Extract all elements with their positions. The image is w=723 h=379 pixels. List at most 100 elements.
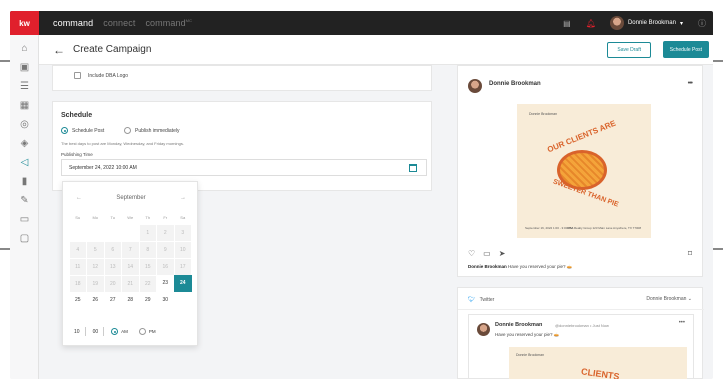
- calendar-day: 13: [104, 258, 121, 275]
- weekday-label: Su: [75, 215, 81, 220]
- weekday-label: Fr: [163, 215, 168, 220]
- post-actions: ♡ ▭ ➤: [468, 249, 505, 258]
- share-icon[interactable]: ➤: [499, 249, 506, 258]
- calendar-empty-cell: [104, 224, 122, 241]
- minute-input[interactable]: 00: [93, 329, 99, 335]
- bell-icon[interactable]: 🔔︎: [586, 18, 596, 28]
- calendar-day[interactable]: 29: [139, 292, 157, 309]
- more-options-icon[interactable]: •••: [688, 80, 693, 87]
- chevron-down-icon: ▾: [679, 20, 683, 27]
- insights-icon[interactable]: ▮: [19, 176, 30, 187]
- calendar-day: 2: [157, 224, 174, 241]
- top-bar: kw command connect commandMC ▤ 🔔︎ Donnie…: [10, 11, 713, 35]
- designs-icon[interactable]: ✎: [19, 195, 30, 206]
- heart-icon[interactable]: ♡: [468, 249, 475, 258]
- more-options-icon[interactable]: •••: [679, 320, 685, 326]
- twitter-bird-icon: 🐦︎: [468, 297, 476, 303]
- app-command-mc-label: command: [145, 18, 186, 28]
- publish-immediately-radio[interactable]: [124, 127, 131, 134]
- tweet-image: Donnie Brookman CLIENTS: [509, 347, 687, 379]
- publish-immediately-label: Publish immediately: [135, 128, 180, 134]
- app-command-mc[interactable]: commandMC: [145, 18, 192, 28]
- calendar-icon[interactable]: [409, 164, 417, 172]
- avatar: [609, 16, 624, 30]
- user-name: Donnie Brookman: [627, 20, 676, 26]
- edge-marker: [713, 248, 723, 250]
- tweet-author: Donnie Brookman: [495, 322, 543, 328]
- calendar-day[interactable]: 26: [87, 292, 105, 309]
- tweet-text: Have you reserved your pie? 🥧: [495, 332, 560, 337]
- hour-stepper[interactable]: [84, 327, 88, 336]
- caption-text: Have you reserved your pie? 🥧: [508, 264, 573, 269]
- contacts-icon[interactable]: ▣: [19, 62, 30, 73]
- location-icon[interactable]: ◎: [19, 119, 30, 130]
- calendar-grid: Su Mo Tu We Th Fr Sa 1 2 3 4 5 6 7 8 9 10 11 12 13 14 15 16 17…: [69, 212, 193, 309]
- help-icon[interactable]: ⓘ: [697, 18, 707, 28]
- calendar-day: 14: [122, 258, 139, 275]
- calendar-week: 4 5 6 7 8 9 10: [69, 241, 193, 258]
- opportunities-icon[interactable]: ◈: [19, 138, 30, 149]
- image-logo: Donnie Brookman: [516, 353, 545, 357]
- twitter-account-select[interactable]: Donnie Brookman ⌄: [646, 296, 692, 302]
- next-month-arrow-icon[interactable]: →: [180, 195, 186, 201]
- calendar-icon[interactable]: ▦: [19, 100, 30, 111]
- calendar-day[interactable]: 27: [104, 292, 122, 309]
- edge-marker: [713, 60, 723, 62]
- calendar-day[interactable]: 25: [69, 292, 87, 309]
- image-logo: Donnie Brookman: [529, 112, 558, 116]
- calendar-week: 25 26 27 28 29 30: [69, 292, 193, 309]
- publishing-time-value: September 24, 2022 10:00 AM: [69, 165, 137, 171]
- dba-logo-checkbox[interactable]: [74, 72, 81, 79]
- tasks-icon[interactable]: ☰: [19, 81, 30, 92]
- am-option[interactable]: AM: [111, 328, 128, 335]
- app-switcher: command connect commandMC: [53, 18, 192, 28]
- divider: [458, 309, 704, 310]
- calendar-day: 19: [87, 275, 104, 292]
- app-connect[interactable]: connect: [103, 18, 135, 28]
- publishing-time-input[interactable]: September 24, 2022 10:00 AM: [61, 159, 427, 176]
- dba-logo-card: Include DBA Logo: [52, 65, 432, 91]
- calendar-day[interactable]: 28: [122, 292, 140, 309]
- post-caption: Donnie Brookman Have you reserved your p…: [468, 264, 572, 270]
- store-icon[interactable]: ▤: [562, 18, 572, 28]
- post-image: Donnie Brookman OUR CLIENTS ARE SWEETER …: [517, 104, 651, 238]
- marketing-icon[interactable]: ◁: [19, 157, 30, 168]
- apps-icon[interactable]: ▢: [19, 233, 30, 244]
- calendar-day[interactable]: 23: [157, 275, 175, 292]
- listings-icon[interactable]: ▭: [19, 214, 30, 225]
- chevron-down-icon: ⌄: [687, 296, 692, 302]
- calendar-weeks: 1 2 3 4 5 6 7 8 9 10 11 12 13 14 15 16 17 18 19 20 21 22 23 24 2…: [69, 224, 193, 309]
- hour-input[interactable]: 10: [74, 329, 80, 335]
- calendar-day: 4: [69, 241, 86, 258]
- calendar-day: 21: [122, 275, 139, 292]
- top-right-controls: ▤ 🔔︎ Donnie Brookman ▾ ⓘ: [562, 11, 707, 35]
- pm-option[interactable]: PM: [138, 328, 156, 335]
- comment-icon[interactable]: ▭: [483, 249, 491, 258]
- kw-logo[interactable]: kw: [10, 11, 39, 35]
- am-radio[interactable]: [111, 328, 119, 335]
- weekday-label: Tu: [110, 215, 116, 220]
- twitter-preview-card: 🐦︎ Twitter Donnie Brookman ⌄ Donnie Broo…: [457, 287, 704, 379]
- minute-stepper[interactable]: [103, 327, 106, 336]
- image-headline: CLIENTS: [580, 366, 621, 379]
- bookmark-icon[interactable]: ⌑: [688, 249, 692, 258]
- calendar-day[interactable]: 30: [157, 292, 175, 309]
- calendar-day: 17: [174, 258, 191, 275]
- page-title: Create Campaign: [73, 44, 152, 55]
- facebook-preview-card: Donnie Brookman ••• Donnie Brookman OUR …: [457, 65, 703, 277]
- publishing-time-label: Publishing Time: [61, 152, 93, 157]
- calendar-day[interactable]: 24: [174, 275, 192, 292]
- weekday-label: Mo: [92, 215, 99, 220]
- user-menu[interactable]: Donnie Brookman ▾: [609, 16, 683, 30]
- app-command[interactable]: command: [53, 18, 93, 28]
- schedule-post-button[interactable]: Schedule Post: [662, 41, 709, 58]
- weekday-label: Th: [145, 215, 151, 220]
- home-icon[interactable]: ⌂: [19, 43, 30, 54]
- calendar-day: 15: [139, 258, 156, 275]
- back-arrow-icon[interactable]: ←: [53, 43, 65, 57]
- edge-marker: [0, 60, 10, 62]
- save-draft-button[interactable]: Save Draft: [607, 42, 651, 58]
- calendar-day: 22: [139, 275, 156, 292]
- pm-radio[interactable]: [138, 328, 146, 335]
- schedule-post-radio[interactable]: [61, 127, 68, 134]
